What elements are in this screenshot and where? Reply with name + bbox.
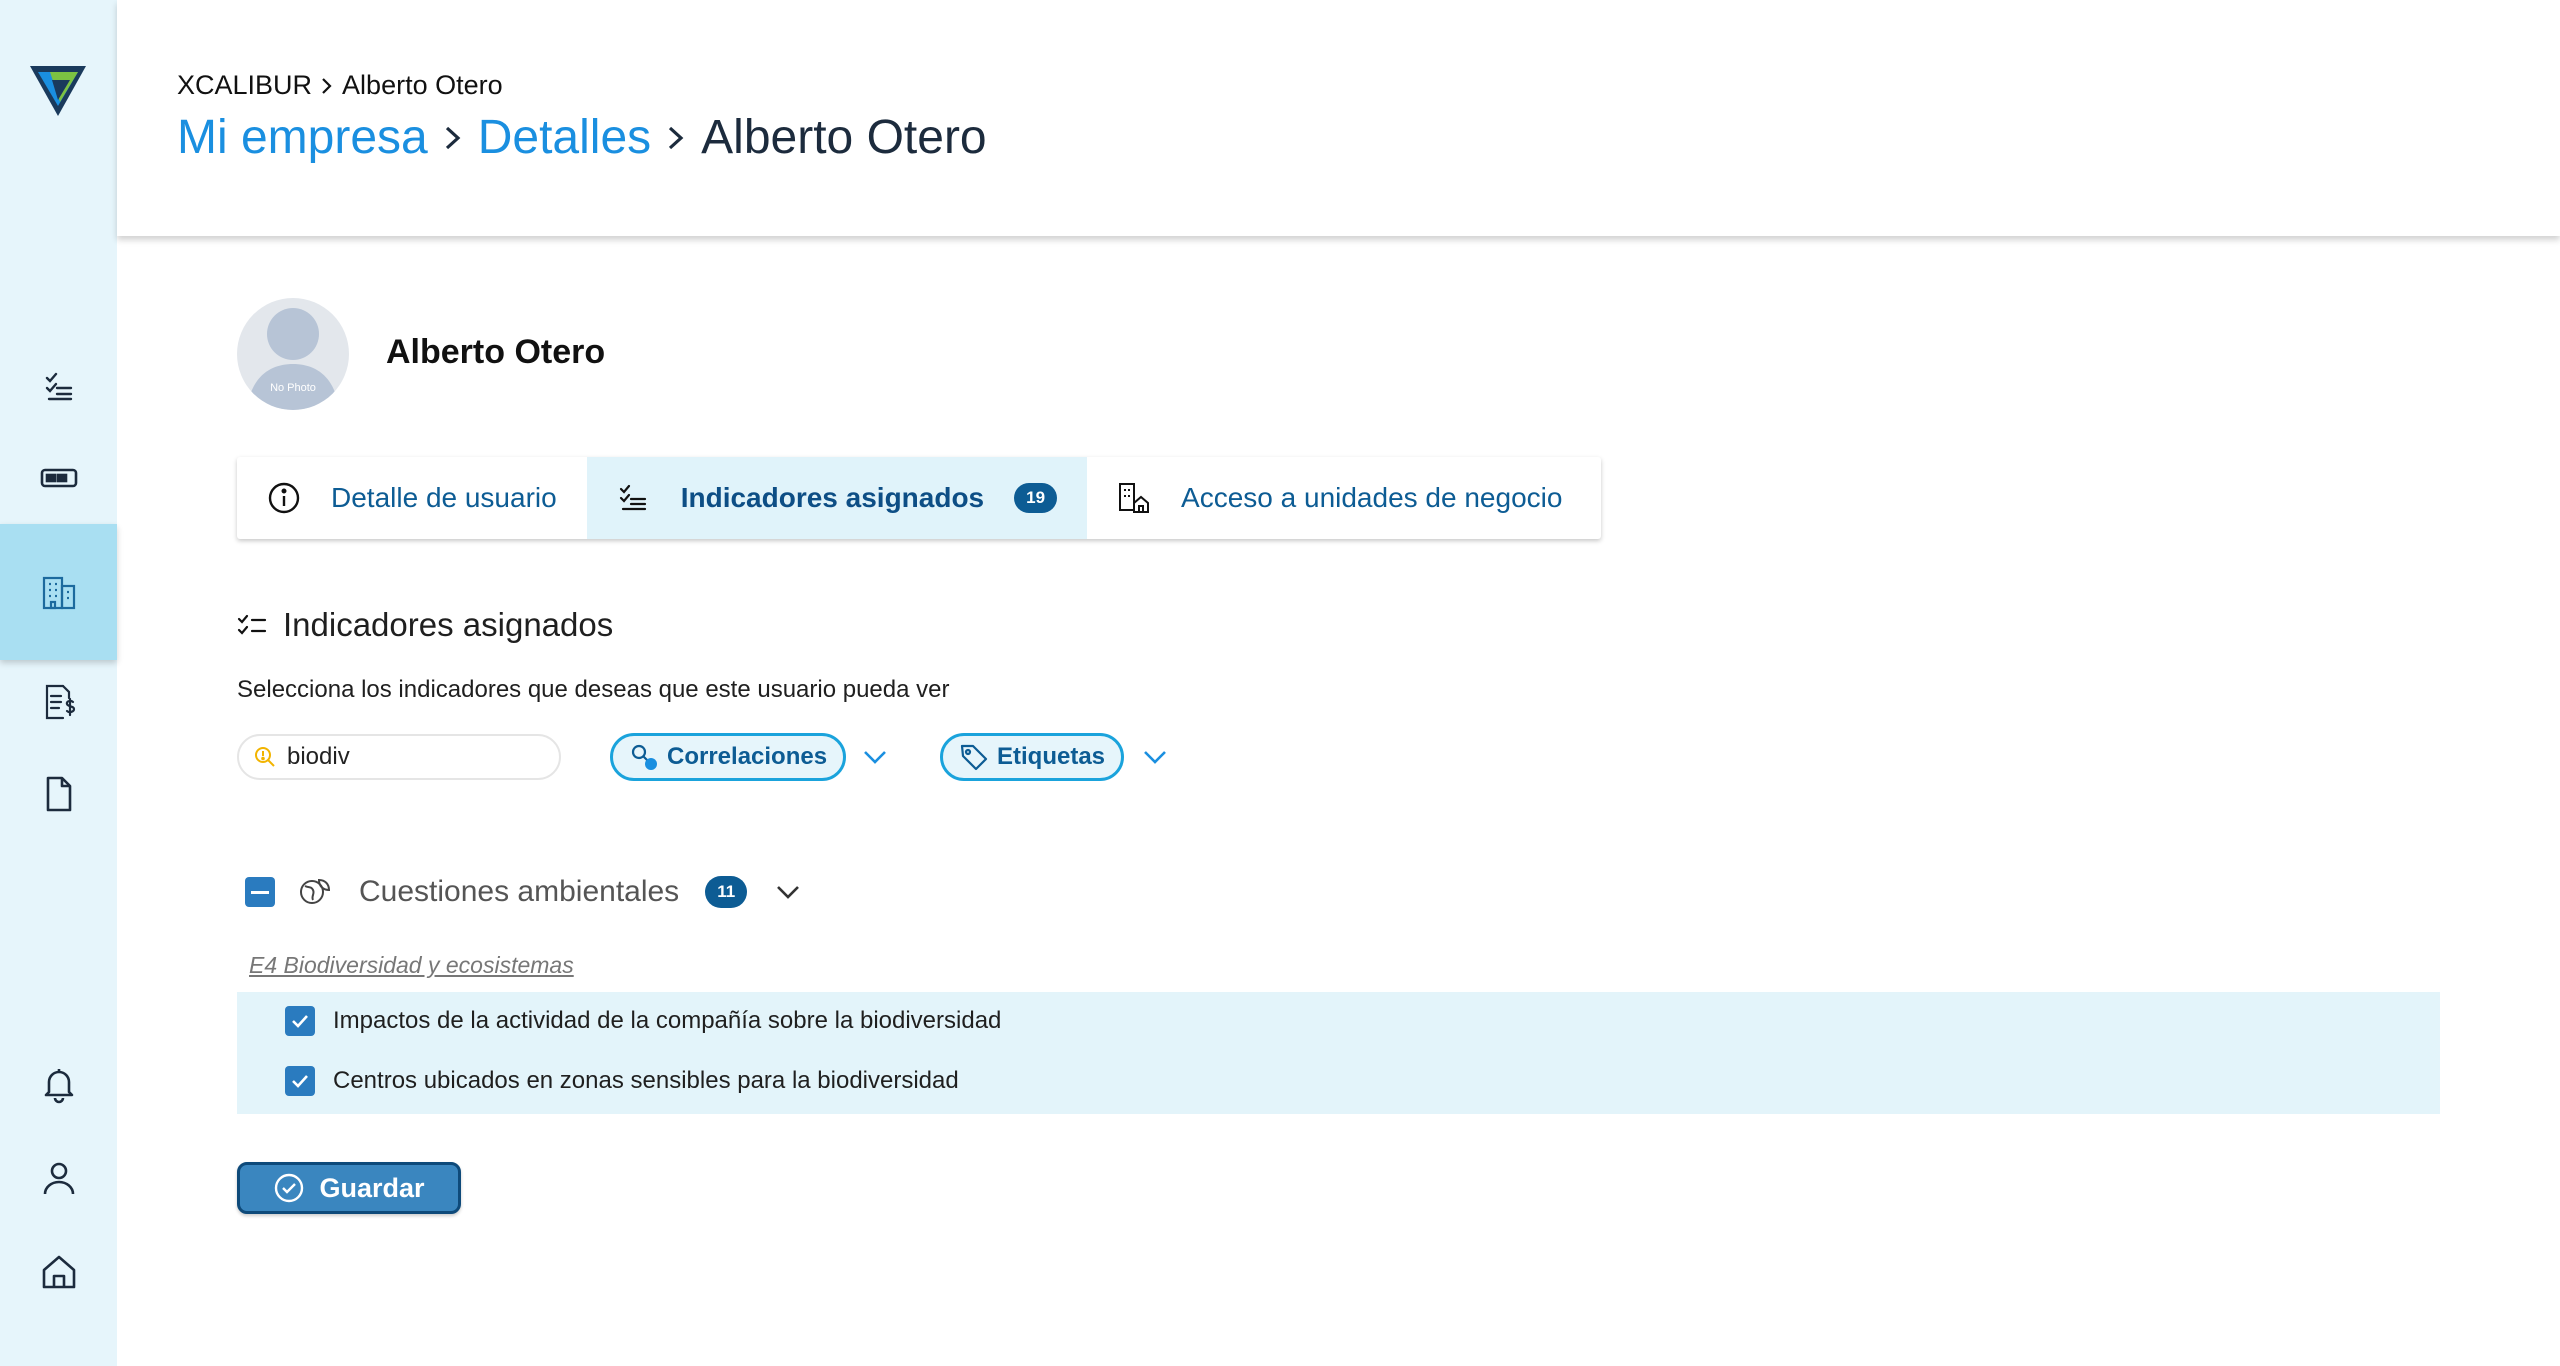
section-title: Indicadores asignados bbox=[283, 606, 614, 643]
tab-bar: Detalle de usuario Indicadores asignados… bbox=[237, 457, 1601, 539]
indicator-checkbox[interactable] bbox=[285, 1006, 315, 1036]
breadcrumb-item-root[interactable]: XCALIBUR bbox=[177, 70, 312, 101]
correlation-icon bbox=[631, 744, 657, 770]
tab-user-detail[interactable]: Detalle de usuario bbox=[237, 457, 587, 539]
chevron-down-icon[interactable] bbox=[860, 742, 890, 772]
group-label: Cuestiones ambientales bbox=[359, 875, 680, 908]
breadcrumb-item-user: Alberto Otero bbox=[342, 70, 503, 100]
check-icon bbox=[292, 1075, 308, 1088]
building-icon bbox=[42, 576, 75, 610]
logo-icon[interactable] bbox=[30, 66, 86, 116]
page-title: Alberto Otero bbox=[701, 111, 987, 164]
search-box bbox=[237, 734, 561, 780]
page-header: XCALIBUR Alberto Otero Mi empresa Detall… bbox=[117, 0, 2560, 236]
checklist-icon bbox=[45, 372, 72, 401]
sidebar-item-company[interactable] bbox=[0, 524, 117, 660]
breadcrumb: Mi empresa Detalles Alberto Otero bbox=[177, 110, 987, 165]
group-select-checkbox[interactable] bbox=[245, 877, 275, 907]
sidebar-item-cards[interactable] bbox=[0, 438, 117, 518]
group-count-badge: 11 bbox=[705, 876, 748, 908]
count-badge: 19 bbox=[1014, 483, 1058, 513]
check-icon bbox=[292, 1015, 308, 1028]
list-item: Impactos de la actividad de la compañía … bbox=[285, 1006, 1001, 1036]
tab-assigned-indicators[interactable]: Indicadores asignados 19 bbox=[586, 457, 1088, 539]
home-icon bbox=[42, 1255, 75, 1289]
tags-label: Etiquetas bbox=[997, 743, 1106, 770]
sidebar-item-notifications[interactable] bbox=[0, 1044, 117, 1124]
breadcrumb-small: XCALIBUR Alberto Otero bbox=[177, 70, 503, 101]
checklist-icon bbox=[619, 484, 646, 511]
correlations-label: Correlaciones bbox=[667, 743, 828, 770]
invoice-icon bbox=[45, 684, 75, 720]
bell-icon bbox=[44, 1069, 73, 1104]
check-circle-icon bbox=[275, 1173, 304, 1203]
sidebar-item-invoices[interactable] bbox=[0, 662, 117, 742]
tab-label: Indicadores asignados bbox=[680, 482, 985, 513]
indicator-list: Impactos de la actividad de la compañía … bbox=[237, 992, 2440, 1114]
tag-icon bbox=[960, 744, 988, 771]
indicator-group-header: Cuestiones ambientales 11 bbox=[237, 872, 803, 912]
avatar-label: No Photo bbox=[270, 382, 316, 394]
save-button[interactable]: Guardar bbox=[237, 1162, 461, 1214]
sidebar-item-home[interactable] bbox=[0, 1232, 117, 1312]
list-item: Centros ubicados en zonas sensibles para… bbox=[285, 1066, 959, 1096]
chevron-down-icon[interactable] bbox=[1140, 742, 1170, 772]
search-input[interactable] bbox=[287, 743, 537, 771]
breadcrumb-link-details[interactable]: Detalles bbox=[478, 110, 651, 165]
tab-business-units[interactable]: Acceso a unidades de negocio bbox=[1087, 457, 1592, 539]
tab-label: Detalle de usuario bbox=[331, 482, 557, 513]
tab-label: Acceso a unidades de negocio bbox=[1181, 482, 1563, 513]
indicator-checkbox[interactable] bbox=[285, 1066, 315, 1096]
sidebar-item-documents[interactable] bbox=[0, 754, 117, 834]
section-subtitle: Selecciona los indicadores que deseas qu… bbox=[237, 676, 950, 703]
section-header: Indicadores asignados bbox=[237, 606, 613, 644]
chevron-down-icon[interactable] bbox=[773, 877, 803, 907]
environment-icon bbox=[300, 878, 331, 904]
checklist-icon bbox=[237, 614, 267, 635]
sidebar bbox=[0, 0, 117, 1366]
sidebar-item-indicators[interactable] bbox=[0, 346, 117, 426]
building-home-icon bbox=[1119, 483, 1150, 513]
chevron-right-icon bbox=[445, 126, 461, 149]
breadcrumb-link-company[interactable]: Mi empresa bbox=[177, 110, 428, 165]
tags-filter-button[interactable]: Etiquetas bbox=[940, 733, 1125, 781]
sidebar-item-profile[interactable] bbox=[0, 1138, 117, 1218]
search-icon bbox=[255, 747, 275, 767]
info-icon bbox=[268, 482, 300, 514]
save-label: Guardar bbox=[319, 1172, 425, 1203]
document-icon bbox=[46, 776, 71, 812]
indicator-label: Centros ubicados en zonas sensibles para… bbox=[333, 1067, 959, 1094]
chevron-right-icon bbox=[669, 126, 684, 149]
subcategory-link[interactable]: E4 Biodiversidad y ecosistemas bbox=[249, 952, 574, 979]
user-name: Alberto Otero bbox=[386, 333, 606, 371]
chevron-right-icon bbox=[322, 77, 332, 94]
indicator-label: Impactos de la actividad de la compañía … bbox=[333, 1007, 1002, 1034]
user-icon bbox=[43, 1162, 74, 1195]
avatar: No Photo bbox=[237, 298, 349, 410]
card-icon bbox=[40, 468, 77, 488]
correlations-filter-button[interactable]: Correlaciones bbox=[610, 733, 847, 781]
